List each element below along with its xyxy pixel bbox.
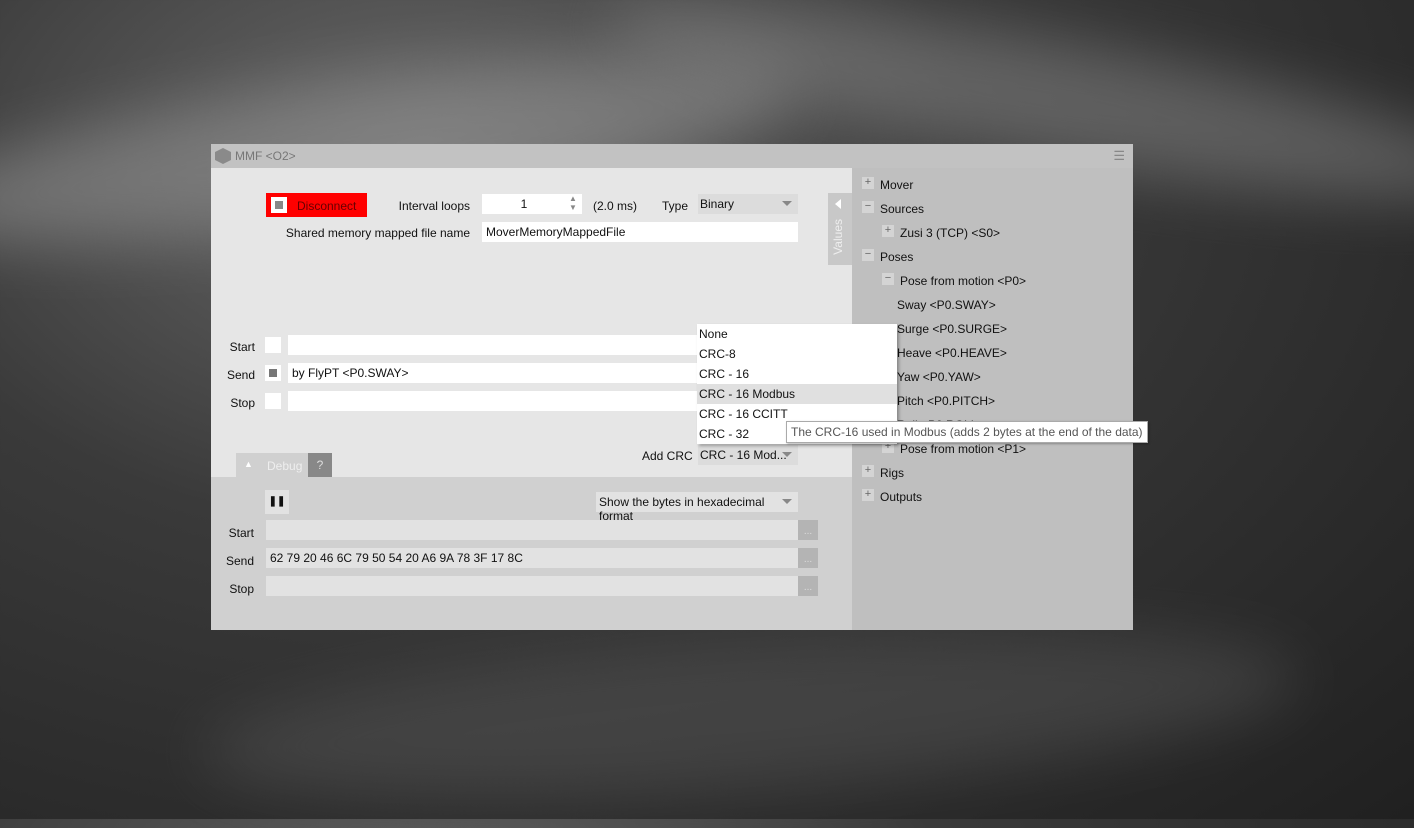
tree-item[interactable]: Heave <P0.HEAVE> bbox=[897, 342, 1139, 362]
collapse-left-icon bbox=[835, 199, 841, 209]
tree-item[interactable]: Yaw <P0.YAW> bbox=[897, 366, 1139, 386]
crc-option[interactable]: CRC-8 bbox=[697, 344, 897, 364]
tree-item[interactable]: Pitch <P0.PITCH> bbox=[897, 390, 1139, 410]
debug-send-bytes[interactable]: 62 79 20 46 6C 79 50 54 20 A6 9A 78 3F 1… bbox=[266, 548, 798, 568]
chevron-down-icon bbox=[782, 499, 792, 504]
interval-label: Interval loops bbox=[398, 199, 470, 213]
values-tab-label: Values bbox=[831, 219, 845, 255]
file-label: Shared memory mapped file name bbox=[285, 226, 470, 240]
collapse-icon[interactable]: − bbox=[862, 249, 874, 261]
debug-start-bytes[interactable] bbox=[266, 520, 798, 540]
add-crc-label: Add CRC bbox=[642, 449, 693, 463]
tree-item[interactable]: + Rigs bbox=[862, 462, 1102, 482]
type-label: Type bbox=[662, 199, 689, 213]
file-name-input[interactable]: MoverMemoryMappedFile bbox=[482, 222, 798, 242]
crc-option[interactable]: None bbox=[697, 324, 897, 344]
tree-item[interactable]: − Pose from motion <P0> bbox=[882, 270, 1122, 290]
tree-item[interactable]: + Mover bbox=[862, 174, 1102, 194]
debug-stop-more-button[interactable]: ... bbox=[798, 576, 818, 596]
debug-panel: ❚❚ Show the bytes in hexadecimal format … bbox=[211, 477, 852, 630]
tree-item[interactable]: Sway <P0.SWAY> bbox=[897, 294, 1139, 314]
help-button[interactable]: ? bbox=[308, 453, 332, 477]
hamburger-icon[interactable]: ☰ bbox=[1113, 148, 1125, 164]
tree-item[interactable]: + Zusi 3 (TCP) <S0> bbox=[882, 222, 1122, 242]
tree-item-label: Outputs bbox=[880, 490, 923, 504]
disconnect-label: Disconnect bbox=[297, 199, 357, 213]
tree-item[interactable]: − Poses bbox=[862, 246, 1102, 266]
start-label: Start bbox=[229, 340, 255, 354]
stop-square-icon bbox=[271, 197, 287, 213]
format-value: Show the bytes in hexadecimal format bbox=[599, 495, 765, 523]
tree-item-label: Surge <P0.SURGE> bbox=[897, 322, 1008, 336]
crc-dropdown[interactable]: CRC - 16 Mod... bbox=[698, 445, 798, 465]
tree-item-label: Mover bbox=[880, 178, 914, 192]
crc-tooltip: The CRC-16 used in Modbus (adds 2 bytes … bbox=[786, 421, 1148, 443]
send-label: Send bbox=[226, 368, 255, 382]
debug-start-label: Start bbox=[228, 526, 254, 540]
crc-option[interactable]: CRC - 16 bbox=[697, 364, 897, 384]
mmf-window: MMF <O2> ☰ Disconnect Interval loops 1 ▲… bbox=[211, 144, 1133, 630]
debug-send-label: Send bbox=[225, 554, 254, 568]
send-input[interactable]: by FlyPT <P0.SWAY> bbox=[288, 363, 698, 383]
expand-icon[interactable]: + bbox=[862, 177, 874, 189]
debug-send-more-button[interactable]: ... bbox=[798, 548, 818, 568]
tree-item[interactable]: + Outputs bbox=[862, 486, 1102, 506]
disconnect-button[interactable]: Disconnect bbox=[266, 193, 367, 217]
debug-start-more-button[interactable]: ... bbox=[798, 520, 818, 540]
expand-up-icon: ▲ bbox=[244, 459, 253, 469]
app-logo-icon bbox=[215, 148, 231, 164]
start-checkbox[interactable] bbox=[265, 337, 281, 353]
tree-item-label: Yaw <P0.YAW> bbox=[897, 370, 981, 384]
chevron-down-icon bbox=[782, 452, 792, 457]
interval-spinner[interactable]: ▲ ▼ bbox=[566, 194, 580, 214]
tree-item-label: Poses bbox=[880, 250, 914, 264]
window-title: MMF <O2> bbox=[235, 149, 296, 163]
tree-item-label: Heave <P0.HEAVE> bbox=[897, 346, 1007, 360]
tree-item-label: Pose from motion <P0> bbox=[900, 274, 1027, 288]
start-input[interactable] bbox=[288, 335, 698, 355]
collapse-icon[interactable]: − bbox=[862, 201, 874, 213]
type-dropdown[interactable]: Binary bbox=[698, 194, 798, 214]
tree-item-label: Zusi 3 (TCP) <S0> bbox=[900, 226, 1001, 240]
tree-item-label: Rigs bbox=[880, 466, 905, 480]
send-checkbox[interactable] bbox=[265, 365, 281, 381]
stop-input[interactable] bbox=[288, 391, 698, 411]
stop-checkbox[interactable] bbox=[265, 393, 281, 409]
debug-stop-bytes[interactable] bbox=[266, 576, 798, 596]
crc-value: CRC - 16 Mod... bbox=[700, 448, 787, 462]
title-bar: MMF <O2> ☰ bbox=[211, 144, 1133, 168]
tree-item-label: Pitch <P0.PITCH> bbox=[897, 394, 996, 408]
expand-icon[interactable]: + bbox=[882, 225, 894, 237]
tree-item-label: Sources bbox=[880, 202, 925, 216]
tree-item-label: Pose from motion <P1> bbox=[900, 442, 1027, 456]
debug-tab-label: Debug bbox=[267, 459, 303, 473]
tree-item[interactable]: Surge <P0.SURGE> bbox=[897, 318, 1139, 338]
values-tab[interactable]: Values bbox=[828, 193, 852, 265]
tree-item-label: Sway <P0.SWAY> bbox=[897, 298, 996, 312]
collapse-icon[interactable]: − bbox=[882, 273, 894, 285]
expand-icon[interactable]: + bbox=[862, 465, 874, 477]
debug-tab[interactable]: ▲ Debug bbox=[236, 453, 308, 477]
crc-option[interactable]: CRC - 16 Modbus bbox=[697, 384, 897, 404]
stop-label: Stop bbox=[230, 396, 255, 410]
format-dropdown[interactable]: Show the bytes in hexadecimal format bbox=[596, 492, 798, 523]
debug-stop-label: Stop bbox=[229, 582, 254, 596]
interval-ms: (2.0 ms) bbox=[593, 199, 638, 213]
pause-button[interactable]: ❚❚ bbox=[265, 490, 289, 514]
type-value: Binary bbox=[700, 197, 735, 211]
chevron-down-icon bbox=[782, 201, 792, 206]
expand-icon[interactable]: + bbox=[862, 489, 874, 501]
tree-item[interactable]: − Sources bbox=[862, 198, 1102, 218]
